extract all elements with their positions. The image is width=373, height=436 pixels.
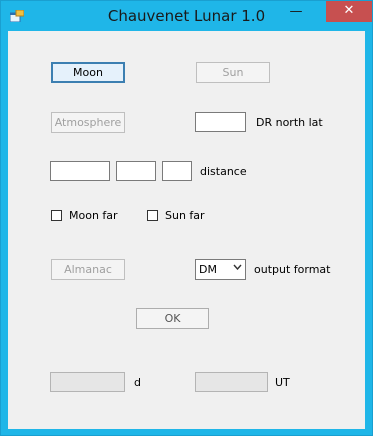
distance-minutes-input[interactable]	[116, 161, 156, 181]
close-button[interactable]: ✕	[326, 1, 372, 22]
ok-button[interactable]: OK	[136, 308, 209, 329]
form-client-area: Moon Sun Atmosphere DR north lat distanc…	[8, 31, 365, 429]
moon-button[interactable]: Moon	[51, 62, 125, 83]
dr-north-lat-label: DR north lat	[256, 116, 323, 129]
atmosphere-button[interactable]: Atmosphere	[51, 112, 125, 133]
almanac-button[interactable]: Almanac	[51, 259, 125, 280]
moon-far-label[interactable]: Moon far	[69, 209, 118, 222]
minimize-button[interactable]: —	[283, 2, 309, 22]
result-ut-field	[195, 372, 268, 392]
chevron-down-icon	[233, 264, 242, 270]
distance-seconds-input[interactable]	[162, 161, 192, 181]
sun-far-label[interactable]: Sun far	[165, 209, 205, 222]
dr-north-lat-input[interactable]	[195, 112, 246, 132]
sun-button[interactable]: Sun	[196, 62, 270, 83]
distance-degrees-input[interactable]	[50, 161, 110, 181]
result-ut-label: UT	[275, 376, 290, 389]
window-title: Chauvenet Lunar 1.0	[107, 7, 266, 25]
sun-far-checkbox[interactable]	[147, 210, 158, 221]
moon-far-checkbox[interactable]	[51, 210, 62, 221]
output-format-label: output format	[254, 263, 331, 276]
output-format-value: DM	[199, 263, 217, 276]
app-window: Chauvenet Lunar 1.0 — ✕ Moon Sun Atmosph…	[0, 0, 373, 436]
result-d-label: d	[134, 376, 141, 389]
distance-label: distance	[200, 165, 247, 178]
result-d-field	[50, 372, 125, 392]
title-bar[interactable]: Chauvenet Lunar 1.0 — ✕	[1, 1, 372, 31]
output-format-select[interactable]: DM	[195, 259, 246, 280]
